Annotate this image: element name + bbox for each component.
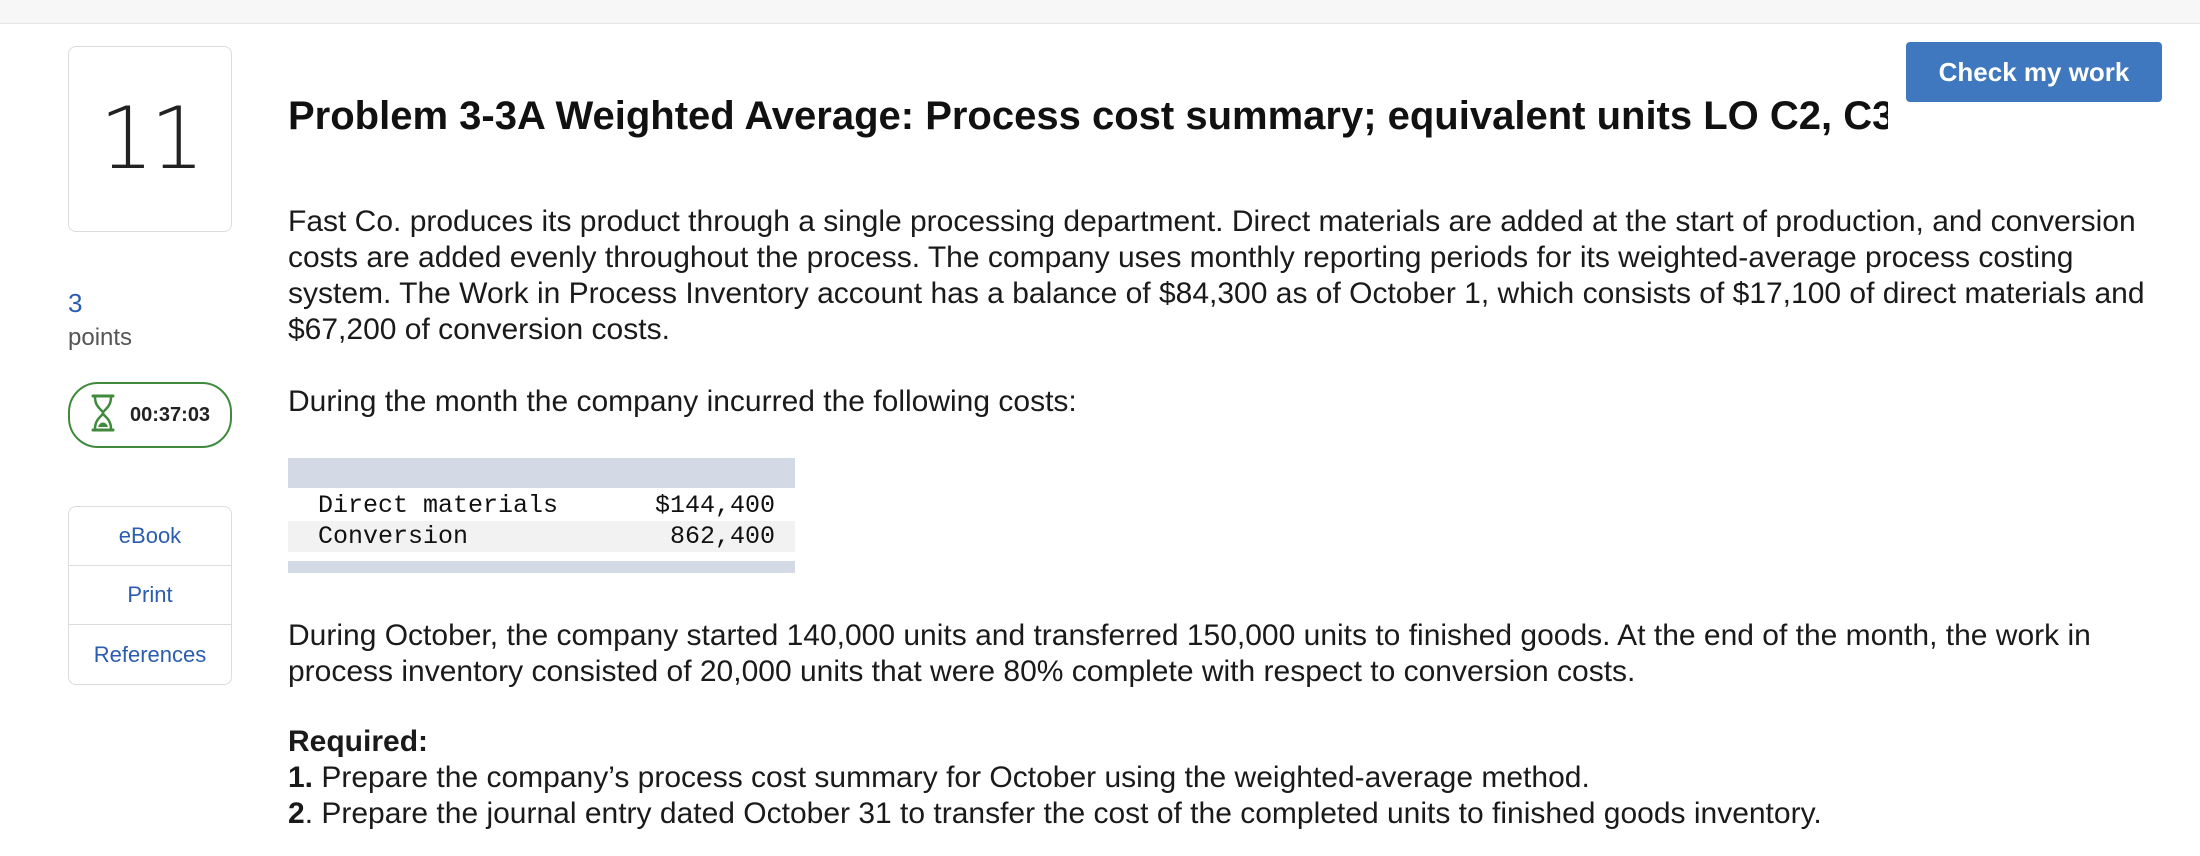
- timer-text: 00:37:03: [130, 403, 211, 426]
- requirement-number: 1.: [288, 761, 314, 794]
- problem-paragraph-2: During the month the company incurred th…: [288, 385, 1077, 418]
- cost-table: Direct materials $144,400 Conversion 862…: [288, 458, 795, 573]
- cost-label: Conversion: [318, 522, 469, 551]
- requirement-1: 1. Prepare the company’s process cost su…: [288, 760, 1822, 796]
- question-number: 11: [99, 89, 204, 189]
- requirement-2: 2. Prepare the journal entry dated Octob…: [288, 796, 1822, 832]
- question-number-box: 11: [68, 46, 232, 232]
- requirement-number: 2: [288, 797, 305, 830]
- table-row: Direct materials $144,400: [288, 490, 795, 521]
- problem-title: Problem 3-3A Weighted Average: Process c…: [288, 100, 1888, 138]
- requirement-text: Prepare the company’s process cost summa…: [313, 761, 1590, 794]
- references-link[interactable]: References: [69, 625, 231, 684]
- table-footer-band: [288, 561, 795, 573]
- requirement-text: . Prepare the journal entry dated Octobe…: [304, 797, 1822, 830]
- top-bar: [0, 0, 2200, 24]
- timer[interactable]: 00:37:03: [68, 382, 232, 448]
- hourglass-icon: [90, 394, 116, 437]
- table-header-band: [288, 458, 795, 488]
- points-label: points: [68, 324, 133, 351]
- problem-paragraph-1: Fast Co. produces its product through a …: [288, 205, 2145, 346]
- cost-value: 862,400: [669, 522, 775, 551]
- cost-label: Direct materials: [318, 491, 559, 520]
- ebook-link[interactable]: eBook: [69, 507, 231, 566]
- cost-value: $144,400: [654, 491, 775, 520]
- points-value: 3: [68, 288, 83, 318]
- problem-paragraph-3: During October, the company started 140,…: [288, 619, 2091, 688]
- table-row: Conversion 862,400: [288, 521, 795, 552]
- resource-links: eBook Print References: [68, 506, 232, 685]
- problem-title-container: Problem 3-3A Weighted Average: Process c…: [288, 100, 1888, 140]
- required-heading: Required:: [288, 725, 429, 758]
- check-my-work-button[interactable]: Check my work: [1906, 42, 2162, 102]
- print-link[interactable]: Print: [69, 566, 231, 625]
- required-section: Required: 1. Prepare the company’s proce…: [288, 724, 1822, 832]
